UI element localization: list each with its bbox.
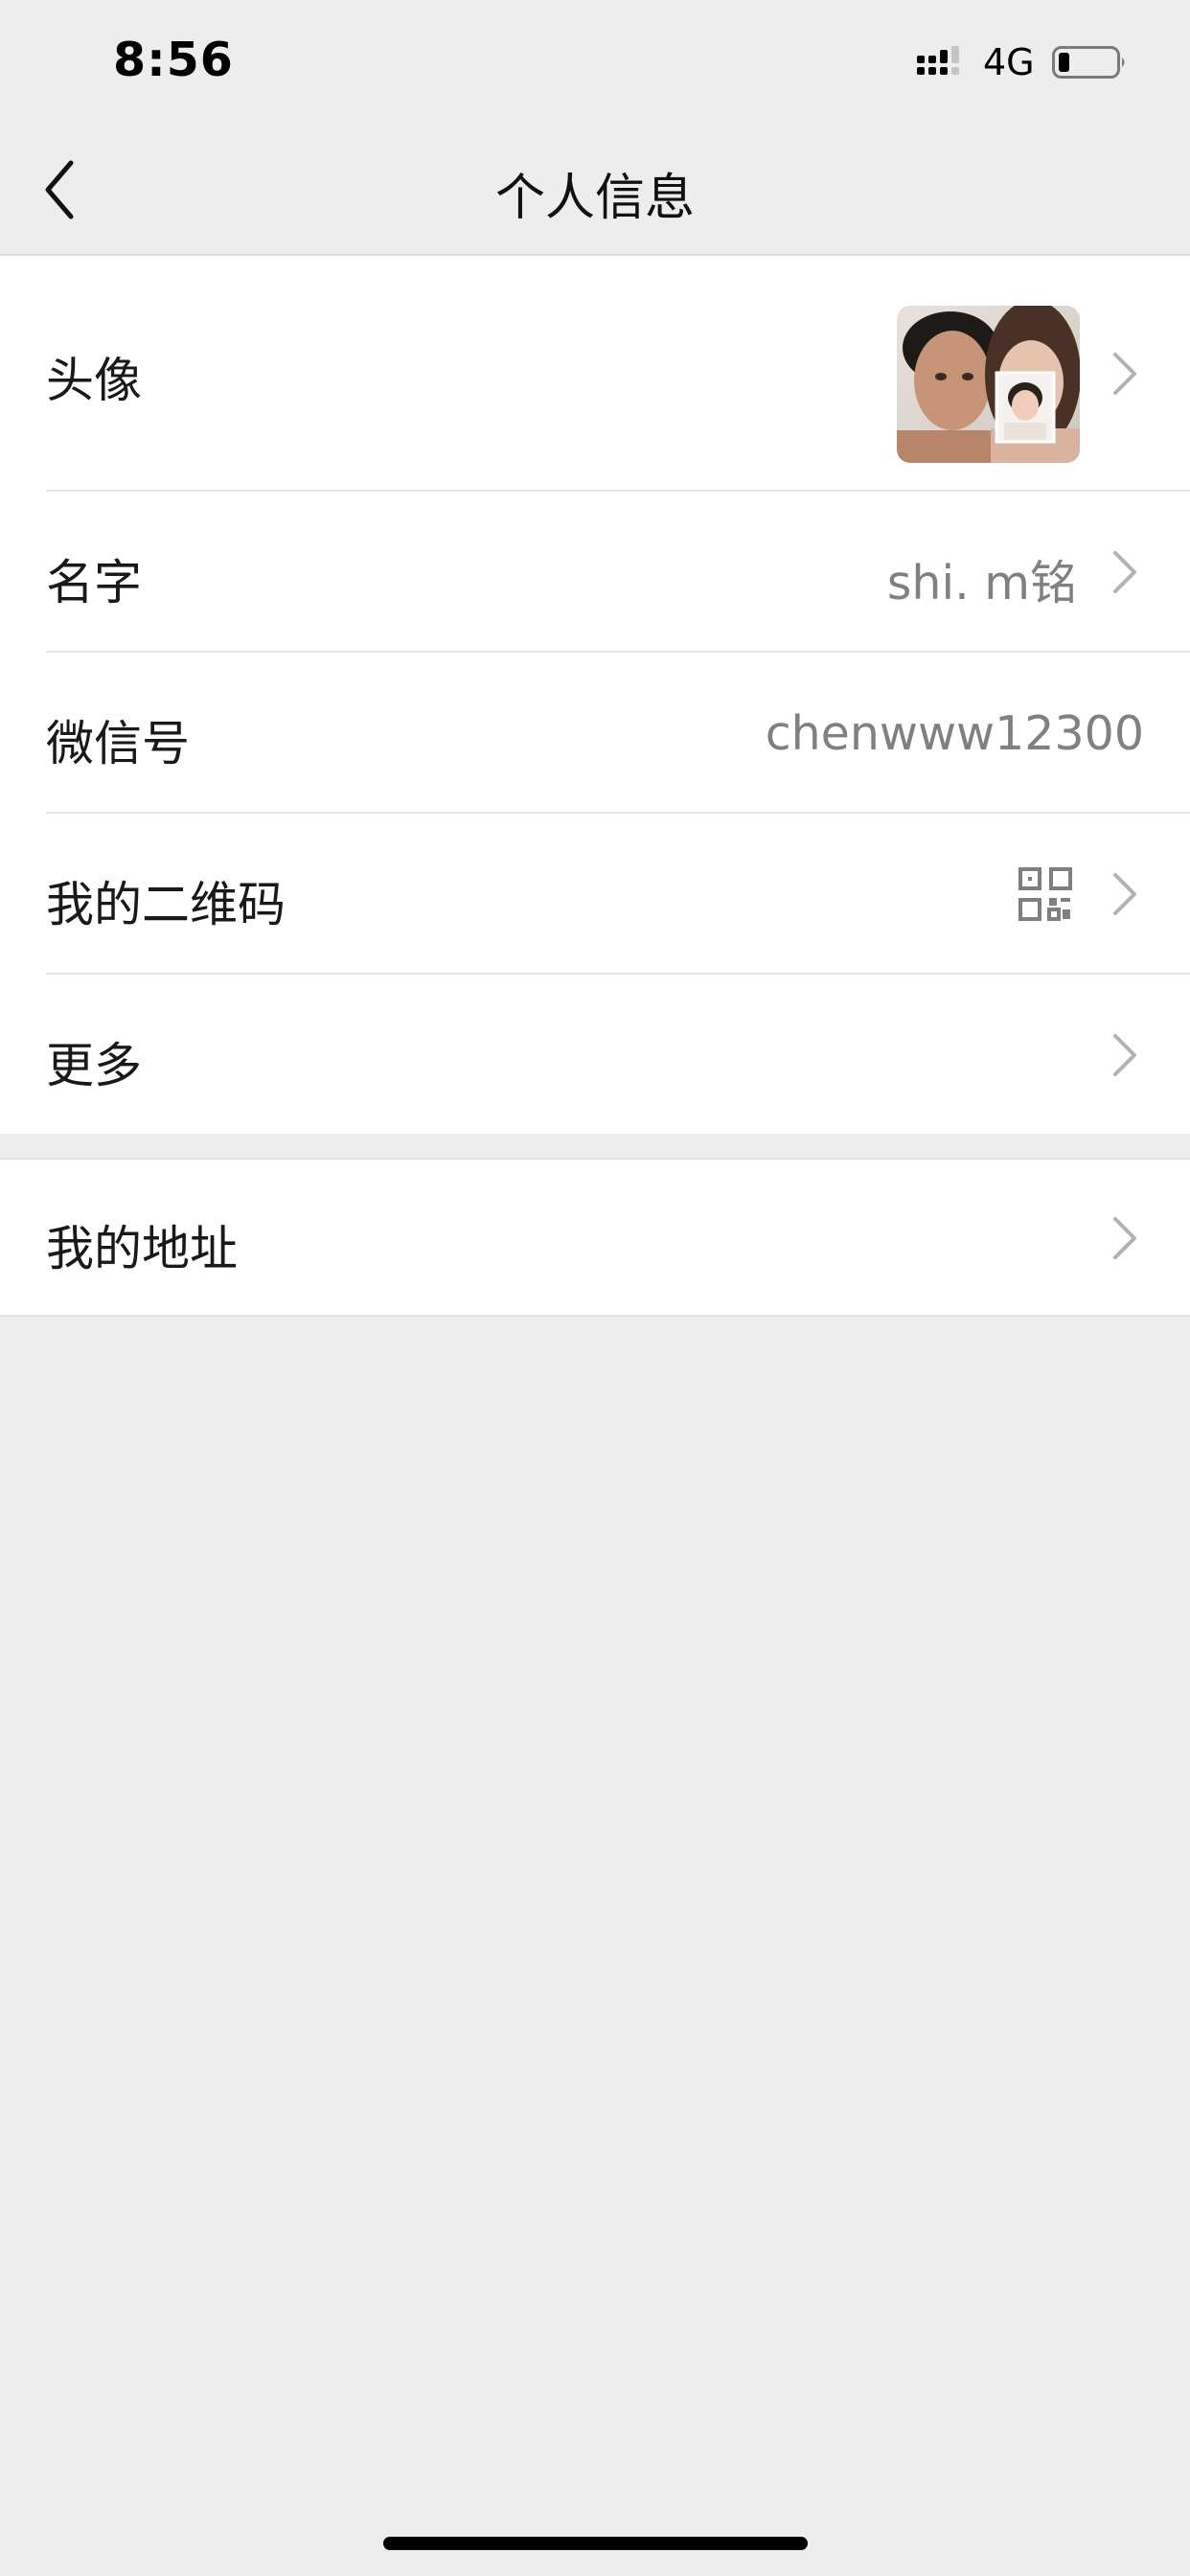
avatar xyxy=(897,306,1080,463)
wechat-id-label: 微信号 xyxy=(46,716,190,771)
qr-code-row[interactable]: 我的二维码 xyxy=(0,814,1190,975)
chevron-right-icon xyxy=(1113,1217,1136,1259)
page-title: 个人信息 xyxy=(494,170,695,227)
name-label: 名字 xyxy=(46,555,142,610)
chevron-right-icon xyxy=(1113,1034,1136,1076)
home-indicator[interactable] xyxy=(383,2537,808,2550)
more-row[interactable]: 更多 xyxy=(0,975,1190,1134)
qr-code-label: 我的二维码 xyxy=(46,877,286,932)
status-time: 8:56 xyxy=(113,33,234,87)
name-row[interactable]: 名字 shi. m铭 xyxy=(0,492,1190,653)
address-group: 我的地址 xyxy=(0,1158,1190,1317)
group-divider xyxy=(0,1315,1190,1317)
nav-bar: 个人信息 xyxy=(0,125,1190,255)
avatar-label: 头像 xyxy=(46,353,142,408)
avatar-row[interactable]: 头像 xyxy=(0,256,1190,492)
battery-icon xyxy=(1052,46,1125,79)
address-label: 我的地址 xyxy=(46,1221,238,1276)
chevron-right-icon xyxy=(1113,353,1136,395)
status-bar: 8:56 4G xyxy=(0,0,1190,125)
wechat-id-row[interactable]: 微信号 chenwww12300 xyxy=(0,653,1190,814)
chevron-right-icon xyxy=(1113,873,1136,915)
name-value: shi. m铭 xyxy=(886,556,1077,610)
address-row[interactable]: 我的地址 xyxy=(0,1158,1190,1317)
wechat-id-value: chenwww12300 xyxy=(765,706,1144,761)
chevron-right-icon xyxy=(1113,551,1136,593)
profile-info-group: 头像 名字 shi. m铭 微信号 chenwww12300 我的二维码 更多 xyxy=(0,256,1190,1134)
network-type: 4G xyxy=(983,41,1035,83)
more-label: 更多 xyxy=(46,1038,142,1093)
signal-icon xyxy=(917,46,959,75)
qr-code-icon xyxy=(1018,867,1072,921)
